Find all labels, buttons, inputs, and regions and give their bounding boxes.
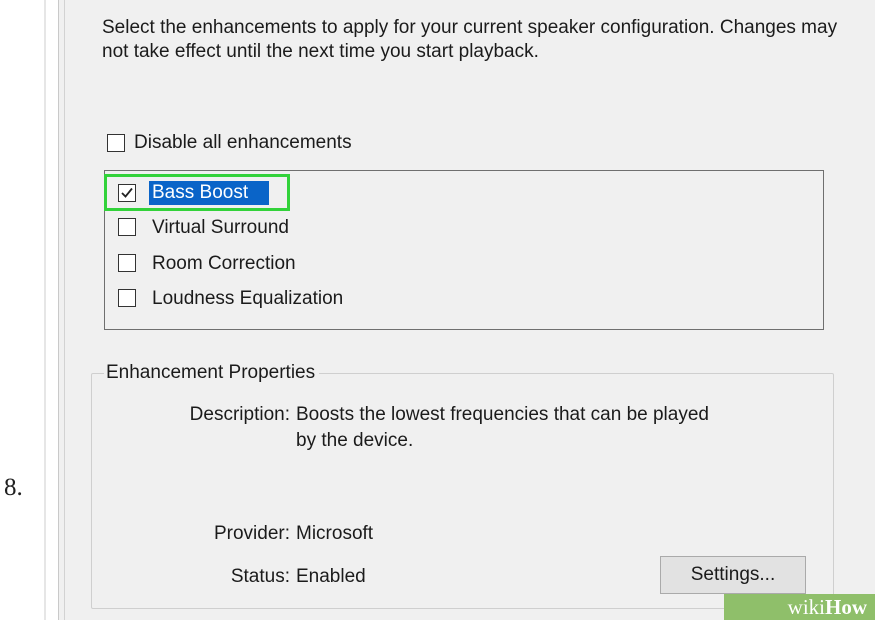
settings-button[interactable]: Settings... [660,556,806,594]
disable-all-checkbox[interactable] [107,134,125,152]
room-correction-label[interactable]: Room Correction [152,253,296,275]
description-line2: by the device. [296,430,414,451]
description-line1: Boosts the lowest frequencies that can b… [296,404,709,425]
dialog-border [64,0,65,620]
status-value: Enabled [296,566,366,587]
step-number: 8. [4,474,23,501]
virtual-surround-checkbox[interactable] [118,218,136,236]
window-frame-edge [44,0,46,620]
wikihow-watermark: wikiHow [724,594,875,620]
status-key: Status: [230,566,290,587]
loudness-equalization-checkbox[interactable] [118,289,136,307]
watermark-text: wikiHow [787,595,867,619]
provider-key: Provider: [213,523,290,544]
disable-all-label[interactable]: Disable all enhancements [134,132,352,154]
loudness-equalization-label[interactable]: Loudness Equalization [152,288,343,310]
virtual-surround-label[interactable]: Virtual Surround [152,217,289,239]
enhancement-properties-title: Enhancement Properties [104,361,320,385]
room-correction-checkbox[interactable] [118,254,136,272]
provider-value: Microsoft [296,523,374,544]
intro-text: Select the enhancements to apply for you… [102,17,838,62]
highlight-box [104,174,290,211]
description-key: Description: [189,404,290,425]
